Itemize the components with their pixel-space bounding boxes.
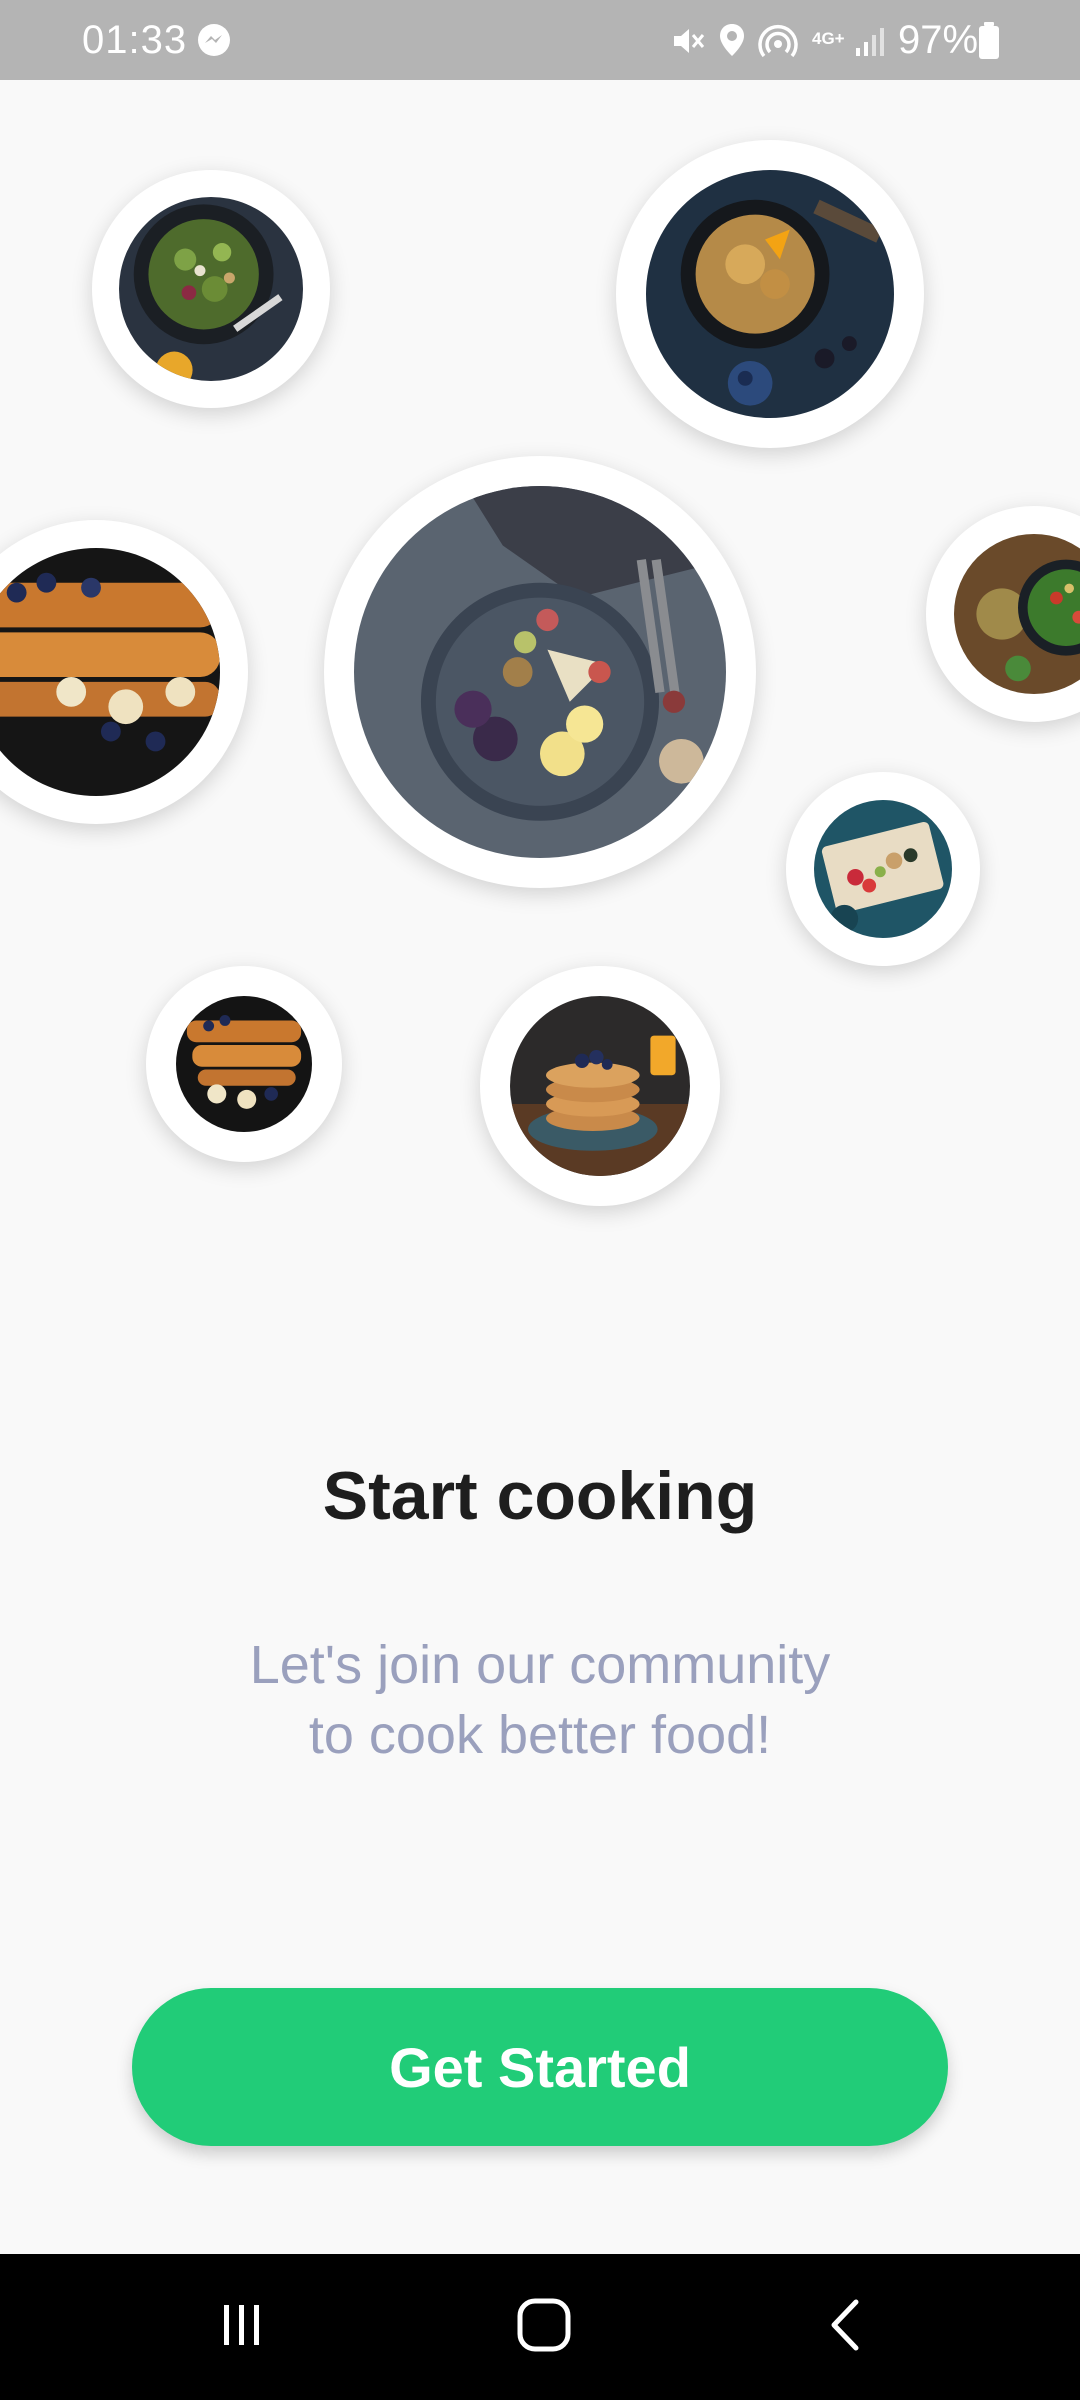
food-bubble-french-toast-small bbox=[146, 966, 342, 1162]
messenger-icon bbox=[196, 22, 232, 63]
get-started-button[interactable]: Get Started bbox=[132, 1988, 948, 2146]
french-toast-photo bbox=[0, 548, 220, 796]
board-photo bbox=[814, 800, 952, 938]
network-4g-icon: 4G+ bbox=[812, 29, 845, 48]
pancakes-photo bbox=[510, 996, 690, 1176]
food-bubble-salad bbox=[92, 170, 330, 408]
recent-apps-button[interactable] bbox=[182, 2282, 302, 2372]
hotspot-icon bbox=[758, 22, 798, 65]
subtitle-line-2: to cook better food! bbox=[308, 1705, 772, 1765]
onboarding-subtitle: Let's join our community to cook better … bbox=[0, 1630, 1080, 1770]
status-bar: 01:33 4G+ 97% bbox=[0, 0, 1080, 80]
onboarding-screen: 01:33 4G+ 97% Start cooking Let's join o… bbox=[0, 0, 1080, 2400]
onboarding-title: Start cooking bbox=[322, 1458, 758, 1534]
status-time: 01:33 bbox=[82, 18, 188, 62]
home-icon bbox=[515, 2296, 573, 2359]
food-bubble-french-toast bbox=[0, 520, 248, 824]
salad-photo bbox=[119, 197, 303, 381]
food-bubble-skillet bbox=[616, 140, 924, 448]
system-nav-bar bbox=[0, 2254, 1080, 2400]
skillet-photo bbox=[646, 170, 894, 418]
home-button[interactable] bbox=[484, 2282, 604, 2372]
french-toast-small-photo bbox=[176, 996, 312, 1132]
platter-photo bbox=[354, 486, 726, 858]
grain-salad-photo bbox=[954, 534, 1080, 694]
location-icon bbox=[718, 22, 746, 63]
mute-icon bbox=[670, 24, 706, 63]
signal-icon bbox=[854, 26, 886, 63]
food-bubble-platter bbox=[324, 456, 756, 888]
subtitle-line-1: Let's join our community bbox=[249, 1635, 831, 1695]
battery-percent: 97% bbox=[898, 18, 979, 62]
back-button[interactable] bbox=[786, 2282, 906, 2372]
food-bubble-grain-salad bbox=[926, 506, 1080, 722]
back-icon bbox=[822, 2296, 870, 2359]
battery-icon bbox=[978, 22, 1000, 65]
food-bubble-pancakes bbox=[480, 966, 720, 1206]
food-bubble-board bbox=[786, 772, 980, 966]
recent-apps-icon bbox=[216, 2299, 268, 2356]
